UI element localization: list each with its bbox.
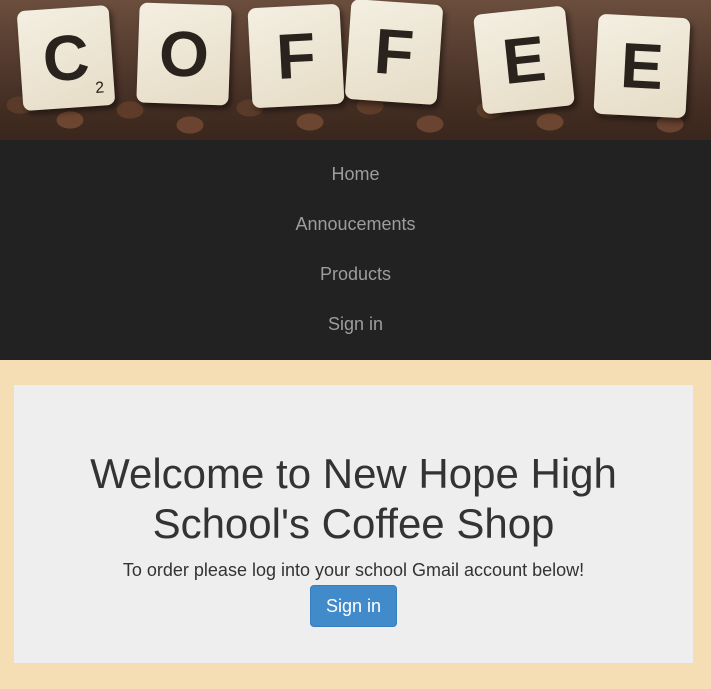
banner-tile: E bbox=[593, 13, 691, 119]
main-nav: Home Annoucements Products Sign in bbox=[0, 140, 711, 360]
nav-item-products[interactable]: Products bbox=[320, 249, 391, 299]
banner-tile-letter: F bbox=[371, 14, 417, 90]
banner-tile: O bbox=[136, 2, 232, 106]
banner-tile-letter: O bbox=[157, 17, 211, 91]
welcome-panel: Welcome to New Hope High School's Coffee… bbox=[14, 385, 693, 663]
nav-item-announcements[interactable]: Annoucements bbox=[295, 199, 415, 249]
banner-tile-subscript: 2 bbox=[94, 79, 105, 98]
login-instructions: To order please log into your school Gma… bbox=[122, 560, 585, 580]
welcome-heading: Welcome to New Hope High School's Coffee… bbox=[90, 450, 617, 547]
coffee-banner-image: C2 O F F E E bbox=[0, 0, 711, 140]
banner-tile-letter: E bbox=[618, 28, 666, 104]
banner-tile-letter: F bbox=[274, 19, 318, 93]
banner-tile: C2 bbox=[16, 4, 116, 112]
nav-item-sign-in[interactable]: Sign in bbox=[328, 299, 383, 349]
banner-tile: F bbox=[247, 3, 345, 109]
banner-tile-letter: E bbox=[499, 21, 549, 99]
banner-tile-letter: C bbox=[40, 20, 92, 96]
banner-tile: F bbox=[344, 0, 444, 106]
nav-item-home[interactable]: Home bbox=[331, 149, 379, 199]
banner-tile: E bbox=[473, 5, 575, 115]
sign-in-button[interactable]: Sign in bbox=[309, 585, 398, 627]
